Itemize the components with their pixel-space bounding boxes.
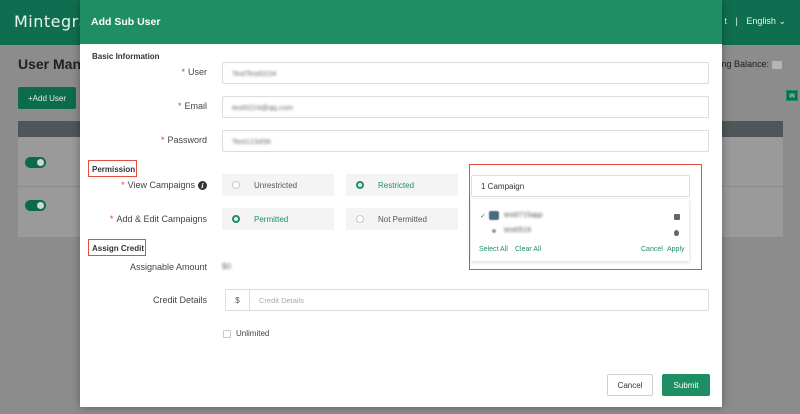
balance-value-redacted xyxy=(772,60,782,69)
credit-details-input[interactable]: $ Credit Details xyxy=(225,289,709,311)
option-label: Unrestricted xyxy=(254,180,298,190)
clear-all-link[interactable]: Clear All xyxy=(515,246,541,253)
menu-divider: | xyxy=(735,16,738,26)
message-icon[interactable]: ✉ xyxy=(786,90,798,101)
required-asterisk: * xyxy=(177,101,182,111)
unlimited-label: Unlimited xyxy=(236,329,270,338)
apple-icon xyxy=(674,230,679,236)
unlimited-checkbox[interactable] xyxy=(223,330,231,338)
campaign-option[interactable]: test0519 xyxy=(480,227,531,234)
password-label: * Password xyxy=(160,135,207,145)
option-label: Restricted xyxy=(378,180,415,190)
status-toggle[interactable] xyxy=(25,157,46,168)
view-unrestricted-option[interactable]: Unrestricted xyxy=(222,174,334,196)
app-avatar xyxy=(489,211,499,220)
chevron-down-icon: ⌄ xyxy=(778,16,786,26)
modal-title: Add Sub User xyxy=(91,16,161,28)
add-user-button[interactable]: +Add User xyxy=(18,87,76,109)
android-icon xyxy=(674,214,680,220)
add-edit-campaigns-label: * Add & Edit Campaigns xyxy=(109,214,207,224)
dropdown-apply-link[interactable]: Apply xyxy=(667,246,685,253)
balance-display: sing Balance: xyxy=(715,59,782,69)
radio-checked[interactable] xyxy=(356,181,364,189)
view-campaigns-label: * View Campaigns i xyxy=(121,180,207,191)
submit-button[interactable]: Submit xyxy=(662,374,710,396)
option-label: Permitted xyxy=(254,214,289,224)
permission-heading: Permission xyxy=(92,165,136,174)
credit-details-label: Credit Details xyxy=(152,295,207,305)
campaign-select[interactable]: 1 Campaign xyxy=(471,175,690,197)
credit-details-placeholder: Credit Details xyxy=(259,295,305,305)
email-label: * Email xyxy=(177,101,207,111)
campaign-select-value: 1 Campaign xyxy=(481,181,525,191)
radio-checked[interactable] xyxy=(232,215,240,223)
assignable-amount-value: $0 xyxy=(222,262,231,271)
radio-unchecked[interactable] xyxy=(232,181,240,189)
email-input[interactable]: test0224@qq.com xyxy=(222,96,709,118)
required-asterisk: * xyxy=(160,135,165,145)
permitted-option[interactable]: Permitted xyxy=(222,208,334,230)
balance-label: sing Balance: xyxy=(714,59,769,69)
check-icon: ✓ xyxy=(480,212,486,220)
status-toggle[interactable] xyxy=(25,200,46,211)
add-sub-user-modal: Add Sub User Basic Information * User Tes… xyxy=(80,0,722,407)
campaign-option[interactable]: ✓ test0715app xyxy=(480,211,543,220)
required-asterisk: * xyxy=(109,214,114,224)
currency-prefix: $ xyxy=(226,290,250,310)
required-asterisk: * xyxy=(181,67,185,77)
not-permitted-option[interactable]: Not Permitted xyxy=(346,208,458,230)
assign-credit-heading: Assign Credit xyxy=(92,244,145,253)
option-label: Not Permitted xyxy=(378,214,427,224)
campaign-name: test0715app xyxy=(504,212,543,219)
basic-information-heading: Basic Information xyxy=(92,52,160,61)
campaign-name: test0519 xyxy=(504,227,531,234)
modal-header: Add Sub User xyxy=(80,0,722,44)
email-value: test0224@qq.com xyxy=(232,102,293,112)
language-selector[interactable]: English xyxy=(746,16,776,26)
required-asterisk: * xyxy=(121,180,125,190)
campaign-dropdown: ✓ test0715app test0519 Select All Clear … xyxy=(471,199,689,261)
info-icon[interactable]: i xyxy=(198,181,207,191)
top-menu-partial[interactable]: t xyxy=(725,16,728,26)
user-input[interactable]: TestTest0224 xyxy=(222,62,709,84)
select-all-link[interactable]: Select All xyxy=(479,246,508,253)
dropdown-cancel-link[interactable]: Cancel xyxy=(641,246,663,253)
password-value: Test123456 xyxy=(232,136,271,146)
cancel-button[interactable]: Cancel xyxy=(607,374,653,396)
radio-unchecked[interactable] xyxy=(356,215,364,223)
view-restricted-option[interactable]: Restricted xyxy=(346,174,458,196)
password-input[interactable]: Test123456 xyxy=(222,130,709,152)
assignable-amount-label: Assignable Amount xyxy=(129,262,207,272)
user-value: TestTest0224 xyxy=(232,68,277,78)
page-title: User Mana xyxy=(18,56,89,72)
user-label: * User xyxy=(181,67,207,77)
app-avatar xyxy=(492,228,496,233)
app-logo: Mintegra xyxy=(14,12,90,31)
top-right-menu: t | English ⌄ xyxy=(725,16,786,27)
